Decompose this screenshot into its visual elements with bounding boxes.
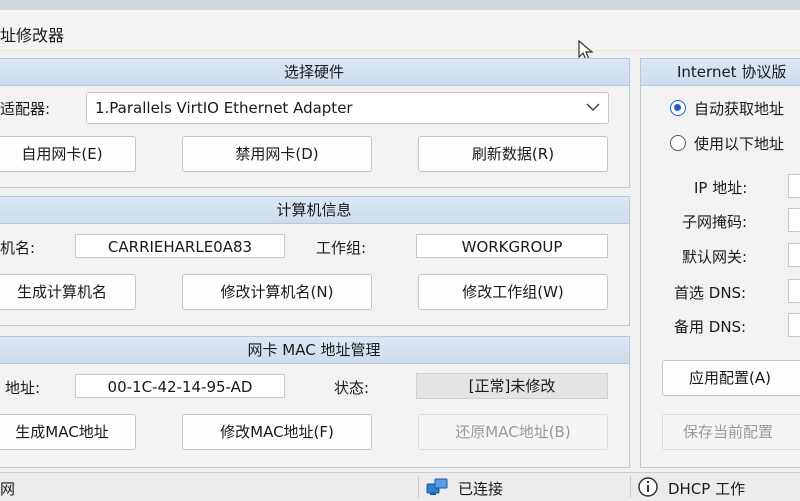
enable-adapter-button[interactable]: 自用网卡(E): [0, 136, 136, 172]
ip-address-input[interactable]: [788, 174, 800, 198]
info-icon: [638, 477, 658, 497]
change-workgroup-button[interactable]: 修改工作组(W): [418, 274, 608, 310]
auto-ip-radio[interactable]: [670, 100, 686, 116]
window-title: 址修改器: [0, 26, 65, 45]
hardware-group-header: 选择硬件: [0, 59, 629, 86]
title-bar: 址修改器: [0, 0, 800, 51]
subnet-mask-label: 子网掩码:: [682, 213, 748, 231]
workgroup-label: 工作组:: [316, 239, 367, 257]
computer-name-label: 机名:: [0, 239, 36, 257]
status-separator: [630, 476, 631, 498]
manual-ip-radio[interactable]: [670, 135, 686, 151]
gateway-input[interactable]: [788, 243, 800, 267]
mac-address-label: 地址:: [5, 379, 41, 397]
primary-dns-label: 首选 DNS:: [674, 284, 747, 302]
manual-ip-label[interactable]: 使用以下地址: [694, 133, 784, 154]
computer-info-group-header: 计算机信息: [0, 197, 629, 224]
internet-protocol-group-header: Internet 协议版: [641, 59, 800, 86]
gateway-label: 默认网关:: [682, 248, 748, 266]
change-computer-name-button[interactable]: 修改计算机名(N): [182, 274, 372, 310]
secondary-dns-label: 备用 DNS:: [674, 318, 747, 336]
chevron-down-icon: [586, 103, 600, 112]
save-config-button[interactable]: 保存当前配置: [662, 414, 800, 450]
mac-status-field: [正常]未修改: [416, 373, 608, 399]
dhcp-status-text: DHCP 工作: [668, 480, 746, 498]
status-network-text: 网: [0, 480, 16, 498]
mac-status-label: 状态:: [334, 379, 370, 397]
subnet-mask-input[interactable]: [788, 208, 800, 232]
change-mac-button[interactable]: 修改MAC地址(F): [182, 414, 372, 450]
primary-dns-input[interactable]: [788, 279, 800, 303]
generate-computer-name-button[interactable]: 生成计算机名: [0, 274, 136, 310]
adapter-select[interactable]: 1.Parallels VirtIO Ethernet Adapter: [86, 92, 609, 124]
adapter-label: 适配器:: [0, 100, 51, 118]
connection-status-text: 已连接: [458, 480, 504, 498]
secondary-dns-input[interactable]: [788, 313, 800, 337]
generate-mac-button[interactable]: 生成MAC地址: [0, 414, 136, 450]
apply-config-button[interactable]: 应用配置(A): [662, 360, 800, 396]
status-separator: [418, 476, 419, 498]
ip-address-label: IP 地址:: [694, 179, 748, 197]
network-icon: [426, 478, 448, 495]
internet-protocol-header-text: Internet 协议版: [677, 63, 787, 81]
status-bar: 网 已连接 DHCP 工作: [0, 472, 800, 501]
mac-address-field[interactable]: 00-1C-42-14-95-AD: [75, 374, 285, 398]
computer-name-field[interactable]: CARRIEHARLE0A83: [75, 234, 285, 258]
workgroup-field[interactable]: WORKGROUP: [416, 234, 608, 258]
auto-ip-label[interactable]: 自动获取地址: [694, 98, 784, 119]
restore-mac-button[interactable]: 还原MAC地址(B): [418, 414, 608, 450]
mac-group-header: 网卡 MAC 地址管理: [0, 337, 629, 364]
adapter-select-value: 1.Parallels VirtIO Ethernet Adapter: [95, 99, 353, 117]
refresh-data-button[interactable]: 刷新数据(R): [418, 136, 608, 172]
disable-adapter-button[interactable]: 禁用网卡(D): [182, 136, 372, 172]
window-top-strip: [0, 0, 800, 10]
